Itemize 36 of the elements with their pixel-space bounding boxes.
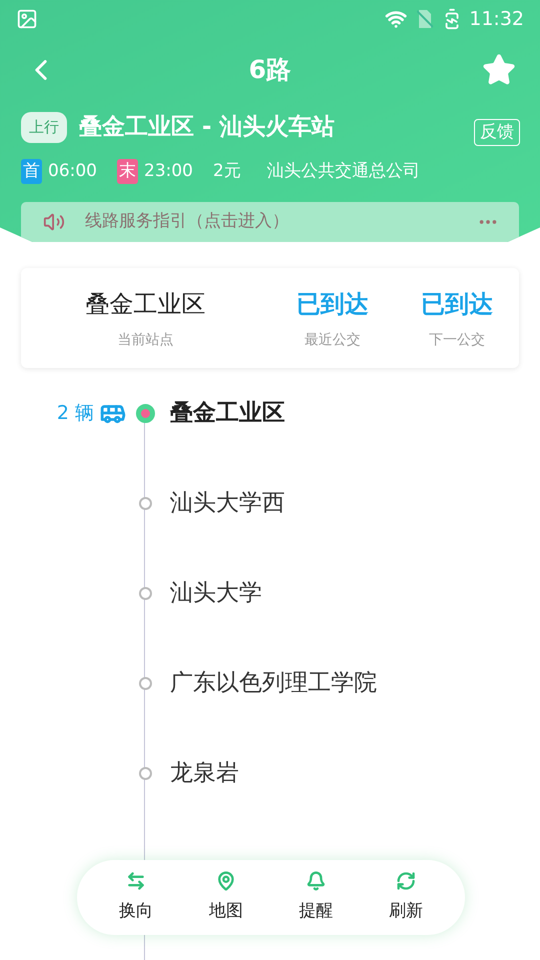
toolbar-button[interactable]: 地图 <box>191 870 261 924</box>
direction-badge: 上行 <box>21 112 67 142</box>
swap-icon <box>126 870 146 891</box>
toolbar-button[interactable]: 刷新 <box>371 870 441 924</box>
image-icon <box>16 8 38 30</box>
first-bus-time: 06:00 <box>48 160 97 182</box>
station-name[interactable]: 叠金工业区 <box>170 396 285 430</box>
refresh-icon <box>396 870 416 891</box>
star-icon[interactable] <box>482 53 516 87</box>
station-name[interactable]: 汕头大学 <box>170 576 262 610</box>
toolbar-button[interactable]: 换向 <box>101 870 171 924</box>
last-bus-badge: 末 <box>117 158 138 184</box>
first-bus-badge: 首 <box>21 158 42 184</box>
bus-count: 2 辆 <box>56 400 94 426</box>
station-name[interactable]: 龙泉岩 <box>170 756 239 790</box>
summary-label: 下一公交 <box>428 330 485 350</box>
speaker-icon <box>41 211 67 233</box>
toolbar-button[interactable]: 提醒 <box>281 870 351 924</box>
clock: 11:32 <box>469 6 524 32</box>
operator: 汕头公共交通总公司 <box>266 160 420 182</box>
summary-label: 最近公交 <box>304 330 360 350</box>
bus-status: 已到达 <box>420 288 493 320</box>
last-bus-time: 23:00 <box>144 160 193 182</box>
station-name[interactable]: 汕头大学西 <box>170 486 285 520</box>
station-name[interactable]: 广东以色列理工学院 <box>170 666 377 700</box>
fare: 2元 <box>213 160 241 182</box>
route-name: 叠金工业区 - 汕头火车站 <box>79 113 335 142</box>
bus-status: 已到达 <box>296 288 368 320</box>
bell-icon <box>306 870 326 891</box>
route-title: 6路 <box>248 54 292 86</box>
wifi-icon <box>385 8 408 30</box>
sim-off-icon <box>417 9 434 29</box>
summary-label: 当前站点 <box>118 330 174 350</box>
notice-text: 线路服务指引（点击进入） <box>85 210 289 234</box>
station-name: 叠金工业区 <box>86 288 206 320</box>
map-pin-icon <box>216 870 236 891</box>
